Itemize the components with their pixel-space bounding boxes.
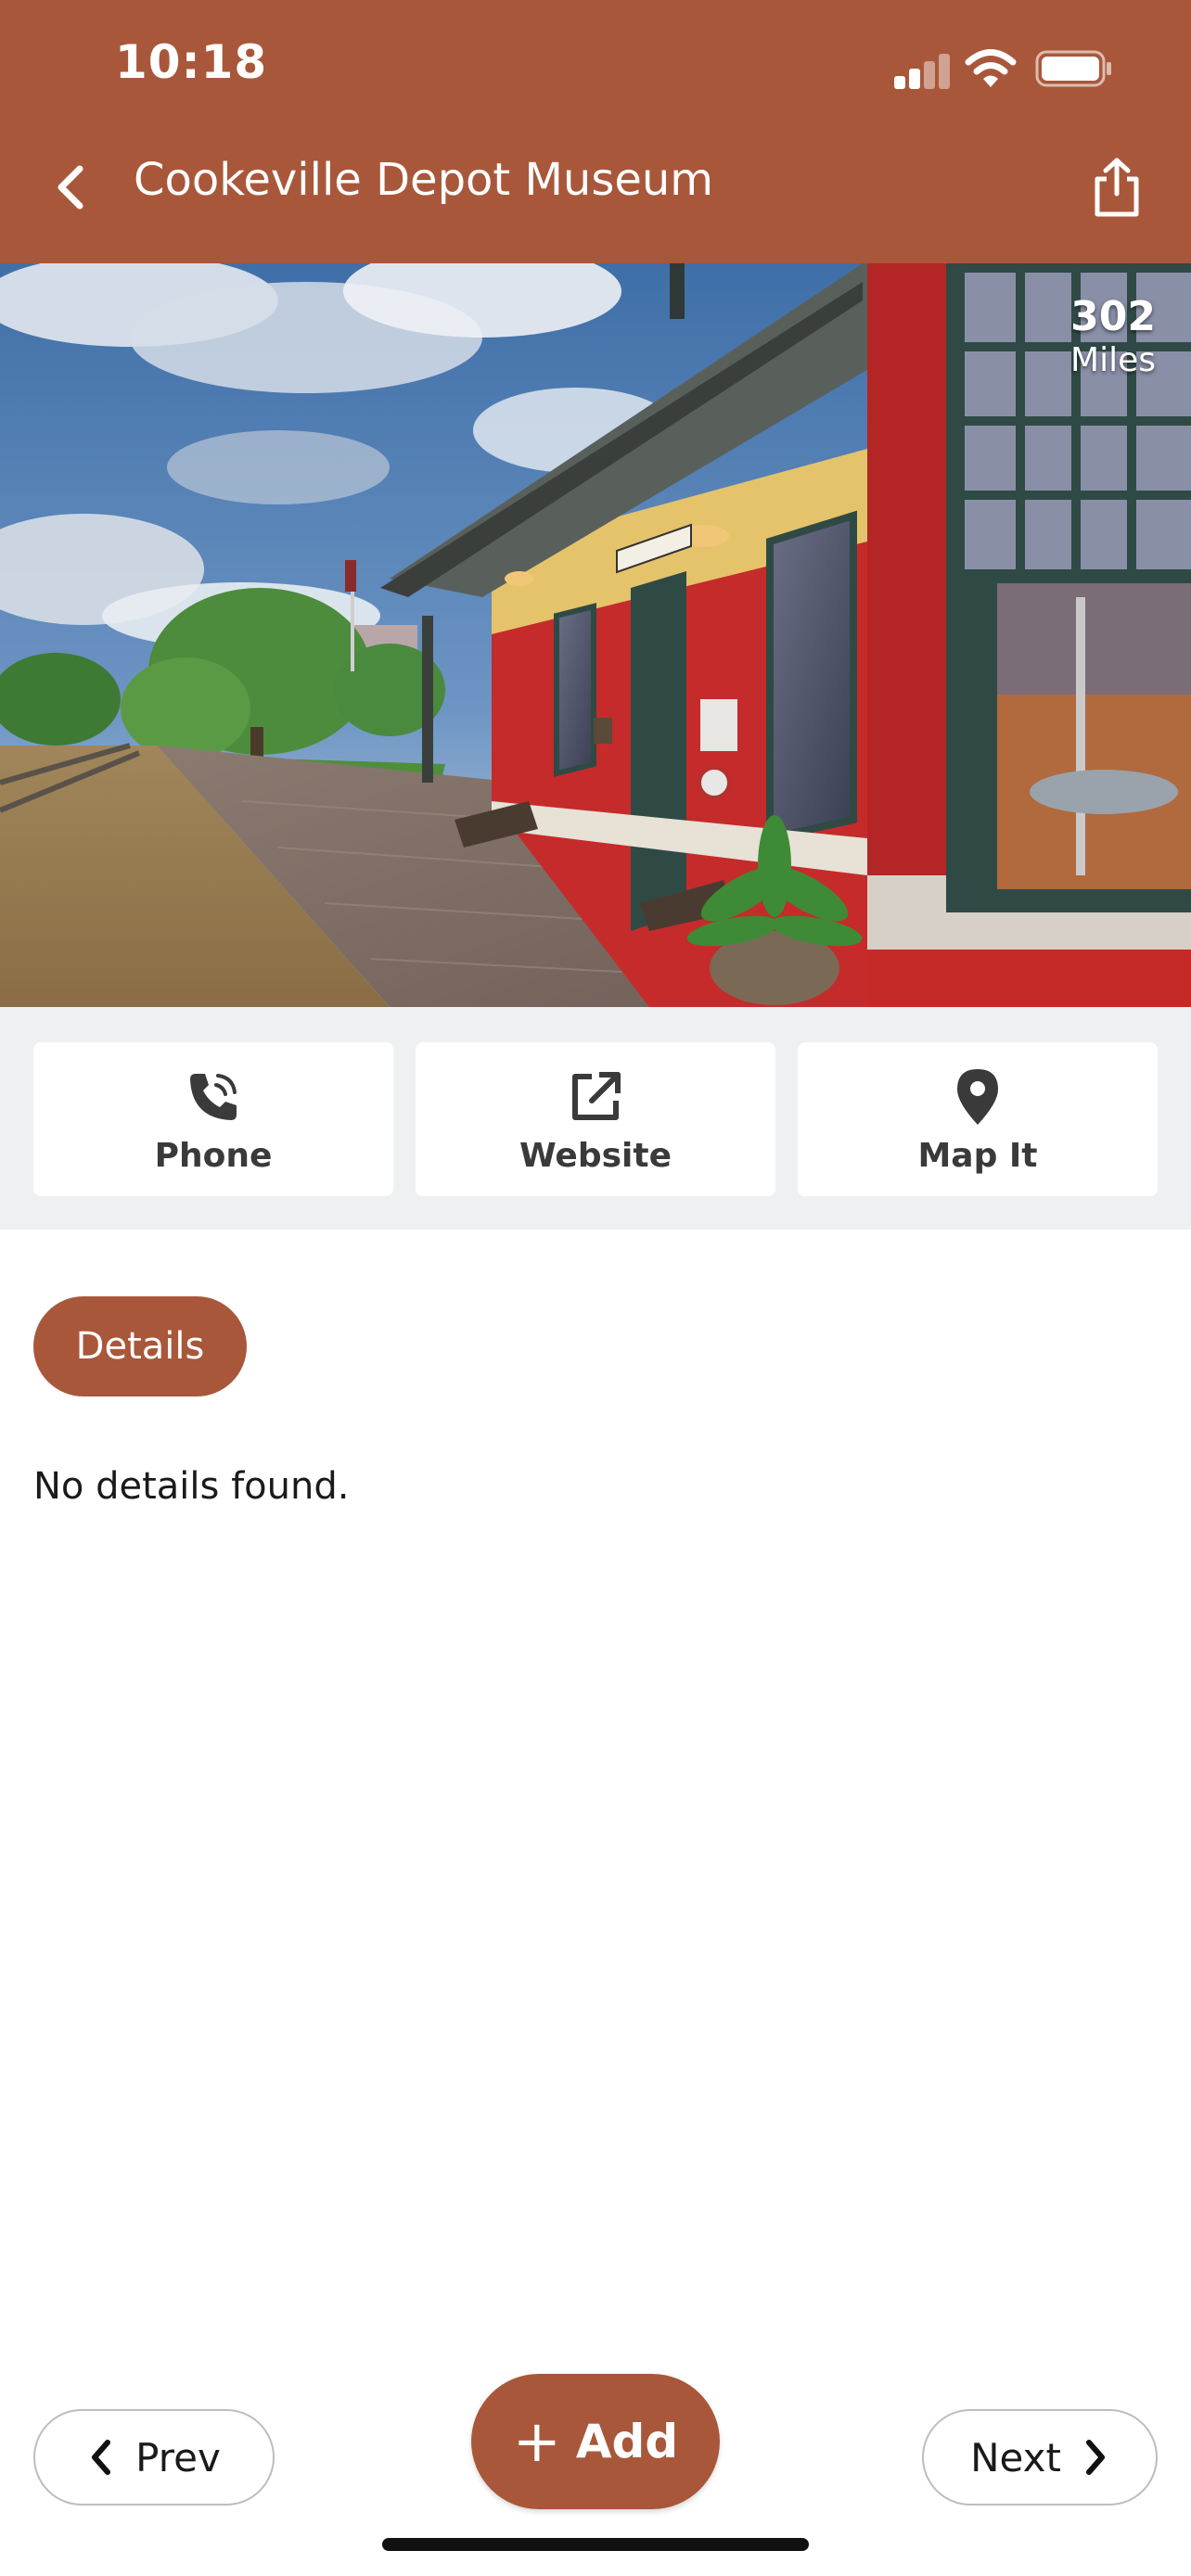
- prev-button[interactable]: Prev: [33, 2409, 275, 2506]
- page-title: Cookeville Depot Museum: [134, 154, 714, 206]
- status-time: 10:18: [115, 35, 268, 89]
- add-label: Add: [575, 2415, 679, 2468]
- action-bar: Phone Website Map It: [0, 1007, 1191, 1230]
- plus-icon: +: [512, 2407, 561, 2475]
- distance-unit: Miles: [1070, 341, 1156, 379]
- battery-icon: [1035, 48, 1113, 89]
- chevron-left-icon: [87, 2437, 115, 2478]
- tab-details[interactable]: Details: [33, 1296, 247, 1396]
- cellular-signal-icon: [890, 48, 950, 89]
- map-it-button[interactable]: Map It: [798, 1042, 1158, 1196]
- details-empty-message: No details found.: [33, 1465, 350, 1508]
- location-photo: 302 Miles: [0, 263, 1191, 1007]
- app-header: 10:18 Cookeville Depot Museum: [0, 0, 1191, 263]
- wifi-icon: [965, 48, 1017, 89]
- next-button[interactable]: Next: [922, 2409, 1158, 2506]
- prev-label: Prev: [135, 2434, 221, 2480]
- phone-button[interactable]: Phone: [33, 1042, 393, 1196]
- share-button[interactable]: [1080, 148, 1154, 226]
- back-button[interactable]: [41, 148, 100, 226]
- website-button[interactable]: Website: [416, 1042, 775, 1196]
- map-pin-icon: [945, 1065, 1010, 1129]
- chevron-right-icon: [1082, 2437, 1109, 2478]
- status-icons: [890, 48, 1113, 89]
- home-indicator: [382, 2538, 809, 2551]
- external-link-icon: [563, 1065, 628, 1129]
- map-it-label: Map It: [917, 1136, 1038, 1175]
- share-icon: [1095, 158, 1139, 217]
- distance-value: 302: [1070, 293, 1156, 340]
- distance-badge: 302 Miles: [1070, 293, 1156, 380]
- website-label: Website: [519, 1136, 672, 1175]
- chevron-left-icon: [58, 165, 83, 210]
- next-label: Next: [970, 2434, 1061, 2480]
- phone-label: Phone: [154, 1136, 273, 1175]
- add-button[interactable]: + Add: [471, 2374, 720, 2509]
- phone-icon: [181, 1065, 246, 1129]
